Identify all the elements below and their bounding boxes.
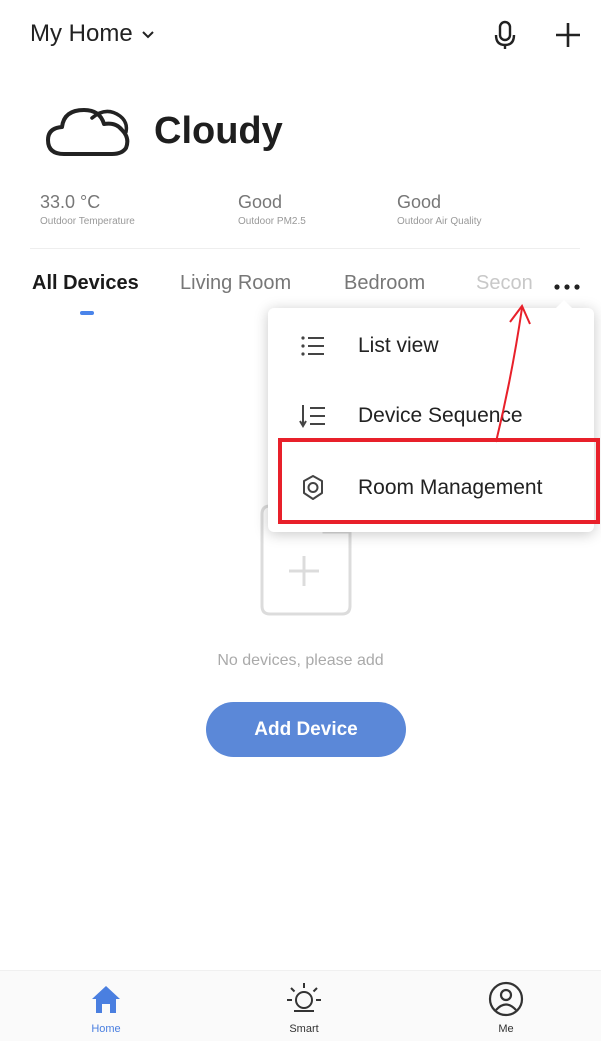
stat-value: Good <box>238 192 283 212</box>
tab-second-room[interactable]: Secon <box>476 272 536 295</box>
stat-label: Outdoor Temperature <box>40 216 135 227</box>
sun-icon <box>287 983 321 1012</box>
stat-value: 33.0 °C <box>40 192 101 212</box>
home-selector[interactable]: My Home <box>30 20 155 48</box>
nav-home[interactable]: Home <box>66 979 146 1035</box>
user-circle-icon <box>488 981 524 1017</box>
annotation-highlight-box <box>278 438 600 524</box>
stat-value: Good <box>397 192 442 212</box>
more-dots-icon[interactable] <box>552 280 582 294</box>
tab-all-devices[interactable]: All Devices <box>32 272 139 295</box>
nav-label: Smart <box>289 1023 319 1035</box>
nav-smart[interactable]: Smart <box>264 979 344 1035</box>
annotation-arrow-icon <box>495 304 531 443</box>
active-tab-indicator <box>80 311 94 315</box>
weather-summary: Cloudy <box>44 100 283 162</box>
nav-me[interactable]: Me <box>466 979 546 1035</box>
sort-list-icon <box>299 405 325 428</box>
add-device-button[interactable]: Add Device <box>206 702 406 757</box>
cloud-icon <box>46 108 130 156</box>
list-icon <box>301 336 324 356</box>
stat-temperature: 33.0 °C Outdoor Temperature <box>40 192 135 227</box>
empty-state-message: No devices, please add <box>217 652 384 669</box>
stat-label: Outdoor PM2.5 <box>238 216 306 227</box>
bottom-navigation: Home Smart Me <box>0 970 601 1041</box>
stat-pm25: Good Outdoor PM2.5 <box>238 192 306 227</box>
weather-condition: Cloudy <box>154 109 283 152</box>
plus-icon[interactable] <box>552 18 584 52</box>
nav-label: Home <box>91 1023 121 1035</box>
menu-item-list-view[interactable]: List view <box>268 314 594 378</box>
stat-air-quality: Good Outdoor Air Quality <box>397 192 481 227</box>
stat-label: Outdoor Air Quality <box>397 216 482 227</box>
tab-living-room[interactable]: Living Room <box>180 272 291 295</box>
microphone-icon[interactable] <box>490 18 520 52</box>
menu-item-label: List view <box>358 334 439 357</box>
home-icon <box>92 986 120 1013</box>
chevron-down-icon <box>141 31 154 39</box>
home-title: My Home <box>30 20 133 47</box>
divider <box>30 248 580 249</box>
nav-label: Me <box>498 1023 514 1035</box>
weather-stats: 33.0 °C Outdoor Temperature Good Outdoor… <box>40 192 580 247</box>
tab-bedroom[interactable]: Bedroom <box>344 272 425 295</box>
top-bar: My Home <box>0 0 601 70</box>
